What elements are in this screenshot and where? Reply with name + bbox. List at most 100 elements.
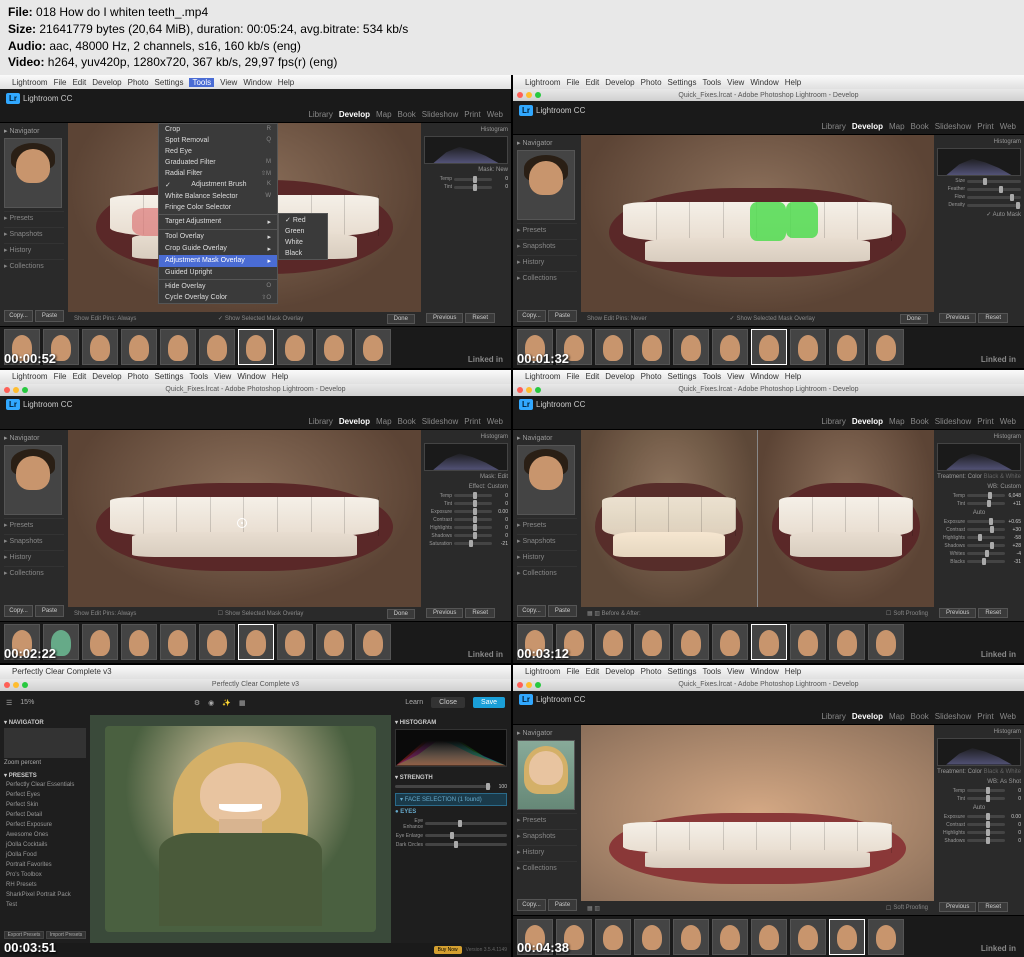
navigator-preview[interactable] [517, 150, 575, 220]
slider[interactable] [967, 552, 1005, 555]
filmstrip[interactable] [0, 326, 511, 368]
preset-item[interactable]: Perfect Detail [4, 811, 86, 819]
navigator-preview[interactable] [4, 445, 62, 515]
navigator-preview[interactable] [4, 138, 62, 208]
temp-slider[interactable] [454, 178, 492, 181]
slider[interactable] [967, 502, 1005, 505]
paste-button[interactable]: Paste [35, 310, 64, 322]
previous-button[interactable]: Previous [939, 608, 976, 618]
slider[interactable] [454, 534, 492, 537]
slider[interactable] [967, 831, 1005, 834]
preset-item[interactable]: Portrait Favorites [4, 861, 86, 869]
done-button[interactable]: Done [900, 314, 928, 324]
slider[interactable] [967, 823, 1005, 826]
slider[interactable] [454, 494, 492, 497]
slider[interactable] [967, 544, 1005, 547]
navigator-preview[interactable] [517, 740, 575, 810]
slider[interactable] [967, 536, 1005, 539]
import-presets-button[interactable]: Import Presets [46, 931, 86, 939]
module-picker[interactable]: LibraryDevelopMapBookSlideshowPrintWeb [513, 119, 1024, 135]
reset-button[interactable]: Reset [978, 902, 1008, 912]
density-slider[interactable] [967, 204, 1021, 207]
slider[interactable] [425, 843, 507, 846]
main-canvas[interactable]: ▦ ▥☐ Soft Proofing [581, 725, 934, 916]
filmstrip[interactable] [513, 326, 1024, 368]
slider[interactable] [967, 839, 1005, 842]
checkbox-icon[interactable]: ✓ [218, 315, 223, 322]
menubar[interactable]: Perfectly Clear Complete v3 [0, 665, 511, 679]
previous-button[interactable]: Previous [426, 313, 463, 323]
preset-item[interactable]: Perfect Eyes [4, 791, 86, 799]
tool-icon[interactable]: ◉ [208, 699, 214, 707]
slider[interactable] [454, 526, 492, 529]
tool-icon[interactable]: ✨ [222, 699, 231, 707]
previous-button[interactable]: Previous [426, 608, 463, 618]
preset-item[interactable]: Test [4, 901, 86, 909]
done-button[interactable]: Done [387, 609, 415, 619]
copy-button[interactable]: Copy... [4, 605, 33, 617]
slider[interactable] [967, 560, 1005, 563]
preset-item[interactable]: Pro's Toolbox [4, 871, 86, 879]
checkbox-icon[interactable]: ✓ [729, 315, 734, 322]
slider[interactable] [425, 834, 507, 837]
preset-item[interactable]: RH Presets [4, 881, 86, 889]
main-canvas[interactable]: Before After ▦ ▥ Before & After:☐ Soft P… [581, 430, 934, 621]
tools-menu-dropdown[interactable]: CropR Spot RemovalQ Red Eye Graduated Fi… [158, 123, 278, 304]
menubar[interactable]: LightroomFileEditDevelopPhotoSettingsToo… [513, 665, 1024, 679]
navigator-preview[interactable] [517, 445, 575, 515]
tool-icon[interactable]: ▦ [239, 699, 246, 707]
slider[interactable] [454, 502, 492, 505]
tint-slider[interactable] [454, 186, 492, 189]
main-canvas[interactable]: CropR Spot RemovalQ Red Eye Graduated Fi… [68, 123, 421, 326]
module-picker[interactable]: LibraryDevelopMapBookSlideshowPrintWeb [513, 709, 1024, 725]
reset-button[interactable]: Reset [978, 608, 1008, 618]
histogram[interactable] [424, 136, 508, 164]
module-picker[interactable]: LibraryDevelopMapBookSlideshowPrintWeb [513, 414, 1024, 430]
preset-item[interactable]: Perfectly Clear Essentials [4, 781, 86, 789]
feather-slider[interactable] [967, 188, 1021, 191]
copy-button[interactable]: Copy... [4, 310, 33, 322]
navigator-header[interactable]: ▸ Navigator [4, 127, 64, 135]
snapshots-panel[interactable]: ▸ Snapshots [4, 227, 64, 240]
tool-icon[interactable]: ⚙ [194, 699, 200, 707]
slider[interactable] [454, 510, 492, 513]
paste-button[interactable]: Paste [548, 605, 577, 617]
module-picker[interactable]: LibraryDevelopMapBookSlideshowPrintWeb [0, 414, 511, 430]
slider[interactable] [967, 789, 1005, 792]
previous-button[interactable]: Previous [939, 313, 976, 323]
preset-item[interactable]: jOolla Cocktails [4, 841, 86, 849]
main-canvas[interactable]: Show Edit Pins: Never✓ Show Selected Mas… [581, 135, 934, 326]
copy-button[interactable]: Copy... [517, 899, 546, 911]
previous-button[interactable]: Previous [939, 902, 976, 912]
slider[interactable] [425, 822, 507, 825]
close-button[interactable]: Close [431, 697, 465, 708]
flow-slider[interactable] [967, 196, 1021, 199]
slider[interactable] [967, 520, 1005, 523]
buy-now-button[interactable]: Buy Now [434, 946, 462, 954]
learn-link[interactable]: Learn [405, 699, 423, 706]
done-button[interactable]: Done [387, 314, 415, 324]
reset-button[interactable]: Reset [465, 608, 495, 618]
face-selection[interactable]: ▾ FACE SELECTION (1 found) [395, 793, 507, 806]
paste-button[interactable]: Paste [35, 605, 64, 617]
menubar[interactable]: LightroomFileEditDevelopPhotoSettingsToo… [513, 370, 1024, 384]
filmstrip[interactable] [0, 621, 511, 663]
slider[interactable] [967, 797, 1005, 800]
size-slider[interactable] [967, 180, 1021, 183]
preset-item[interactable]: Awesome Ones [4, 831, 86, 839]
reset-button[interactable]: Reset [465, 313, 495, 323]
main-canvas[interactable]: Show Edit Pins: Always☐ Show Selected Ma… [68, 430, 421, 621]
saturation-slider[interactable] [454, 542, 492, 545]
checkbox-icon[interactable]: ✓ [986, 212, 991, 218]
overlay-color-submenu[interactable]: Red Green White Black [278, 213, 328, 260]
collections-panel[interactable]: ▸ Collections [4, 259, 64, 272]
slider[interactable] [967, 494, 1005, 497]
filmstrip[interactable] [513, 915, 1024, 957]
copy-button[interactable]: Copy... [517, 310, 546, 322]
save-button[interactable]: Save [473, 697, 505, 708]
presets-panel[interactable]: ▸ Presets [4, 211, 64, 224]
menubar[interactable]: LightroomFileEditDevelopPhotoSettingsToo… [513, 75, 1024, 89]
preset-item[interactable]: SharkPixel Portrait Pack [4, 891, 86, 899]
slider[interactable] [454, 518, 492, 521]
history-panel[interactable]: ▸ History [4, 243, 64, 256]
